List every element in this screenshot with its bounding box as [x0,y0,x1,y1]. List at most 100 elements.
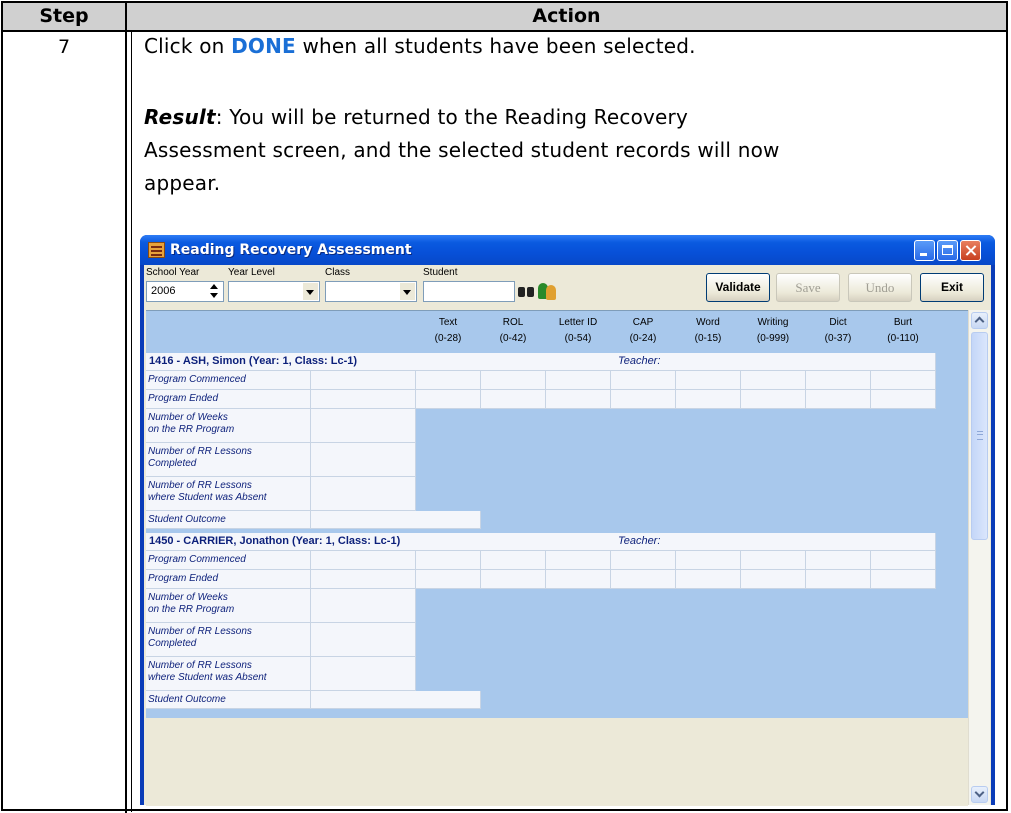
data-cell[interactable] [481,570,546,589]
year-level-select[interactable] [228,281,320,302]
data-cell[interactable] [871,570,936,589]
teacher-label: Teacher: [618,355,661,367]
data-cell[interactable] [546,551,611,570]
validate-button[interactable]: Validate [706,273,770,302]
column-range: (0-999) [756,333,790,344]
data-cell[interactable] [806,371,871,390]
chevron-down-icon[interactable] [400,283,415,300]
data-cell[interactable] [311,443,416,477]
save-button[interactable]: Save [776,273,840,302]
teacher-field[interactable] [676,533,936,551]
row-label-line: where Student was Absent [148,672,267,683]
data-cell[interactable] [871,390,936,409]
data-cell[interactable] [311,570,416,589]
data-cell[interactable] [676,551,741,570]
select-students-icon[interactable] [536,280,558,302]
maximize-button[interactable] [937,240,958,261]
scroll-up-icon[interactable] [971,312,988,329]
data-cell[interactable] [311,589,416,623]
column-name: Writing [757,317,789,328]
minimize-button[interactable] [914,240,935,261]
data-cell[interactable] [546,371,611,390]
column-name: Word [696,317,720,328]
year-level-label: Year Level [228,267,275,278]
data-cell[interactable] [611,371,676,390]
class-select[interactable] [325,281,417,302]
undo-button[interactable]: Undo [848,273,912,302]
row-label-line: Completed [148,638,197,649]
row-label-line: Number of RR Lessons [148,480,252,491]
data-cell[interactable] [481,551,546,570]
data-cell[interactable] [676,371,741,390]
row-label: Number of RR Lessons Completed [146,623,311,657]
chevron-down-icon[interactable] [303,283,318,300]
row-label-line: Number of RR Lessons [148,446,252,457]
data-cell[interactable] [416,371,481,390]
column-range: (0-54) [564,333,592,344]
scroll-thumb[interactable] [971,332,988,540]
data-cell[interactable] [481,371,546,390]
row-label-line: Completed [148,458,197,469]
data-cell[interactable] [481,390,546,409]
data-cell[interactable] [546,390,611,409]
row-label-line: where Student was Absent [148,492,267,503]
close-button[interactable] [960,240,981,261]
column-name: Burt [893,317,913,328]
exit-button[interactable]: Exit [920,273,984,302]
grid-empty-area [146,718,968,806]
scroll-down-icon[interactable] [971,786,988,803]
data-cell[interactable] [676,570,741,589]
data-cell[interactable] [871,551,936,570]
data-cell[interactable] [611,570,676,589]
data-cell[interactable] [416,570,481,589]
binoculars-search-icon[interactable] [518,284,534,299]
data-cell[interactable] [741,390,806,409]
window-titlebar[interactable]: Reading Recovery Assessment [140,235,995,265]
data-cell[interactable] [416,390,481,409]
data-cell[interactable] [611,551,676,570]
data-cell[interactable] [416,551,481,570]
column-name: ROL [502,317,524,328]
row-label: Program Commenced [146,371,311,390]
data-cell[interactable] [546,570,611,589]
data-cell[interactable] [311,657,416,691]
data-cell[interactable] [741,570,806,589]
window-title: Reading Recovery Assessment [170,242,412,258]
row-label: Student Outcome [146,691,311,709]
data-cell[interactable] [311,390,416,409]
row-label: Program Ended [146,570,311,589]
data-cell[interactable] [311,623,416,657]
row-label: Number of RR Lessons where Student was Ab… [146,477,311,511]
column-name: Text [438,317,458,328]
school-year-spinner[interactable]: 2006 [146,281,224,302]
app-icon [148,242,165,258]
row-label: Program Commenced [146,551,311,570]
data-cell[interactable] [871,371,936,390]
student-header[interactable]: 1416 - ASH, Simon (Year: 1, Class: Lc-1) [146,353,676,371]
vertical-scrollbar[interactable] [968,310,990,805]
column-header: ROL (0-42) [481,315,545,347]
spinner-arrows-icon[interactable] [207,283,222,300]
row-label-line: Number of Weeks [148,412,228,423]
student-header[interactable]: 1450 - CARRIER, Jonathon (Year: 1, Class… [146,533,676,551]
data-cell[interactable] [311,371,416,390]
outcome-cell[interactable] [311,691,481,709]
data-cell[interactable] [806,570,871,589]
outcome-cell[interactable] [311,511,481,529]
done-keyword: DONE [231,34,296,58]
student-input[interactable] [423,281,515,302]
data-cell[interactable] [741,371,806,390]
column-divider-inner [131,32,132,812]
teacher-field[interactable] [676,353,936,371]
data-cell[interactable] [311,477,416,511]
data-cell[interactable] [676,390,741,409]
data-cell[interactable] [311,551,416,570]
row-label: Student Outcome [146,511,311,529]
data-cell[interactable] [806,390,871,409]
column-name: CAP [632,317,654,328]
column-header: Text (0-28) [416,315,480,347]
data-cell[interactable] [806,551,871,570]
data-cell[interactable] [741,551,806,570]
data-cell[interactable] [611,390,676,409]
data-cell[interactable] [311,409,416,443]
